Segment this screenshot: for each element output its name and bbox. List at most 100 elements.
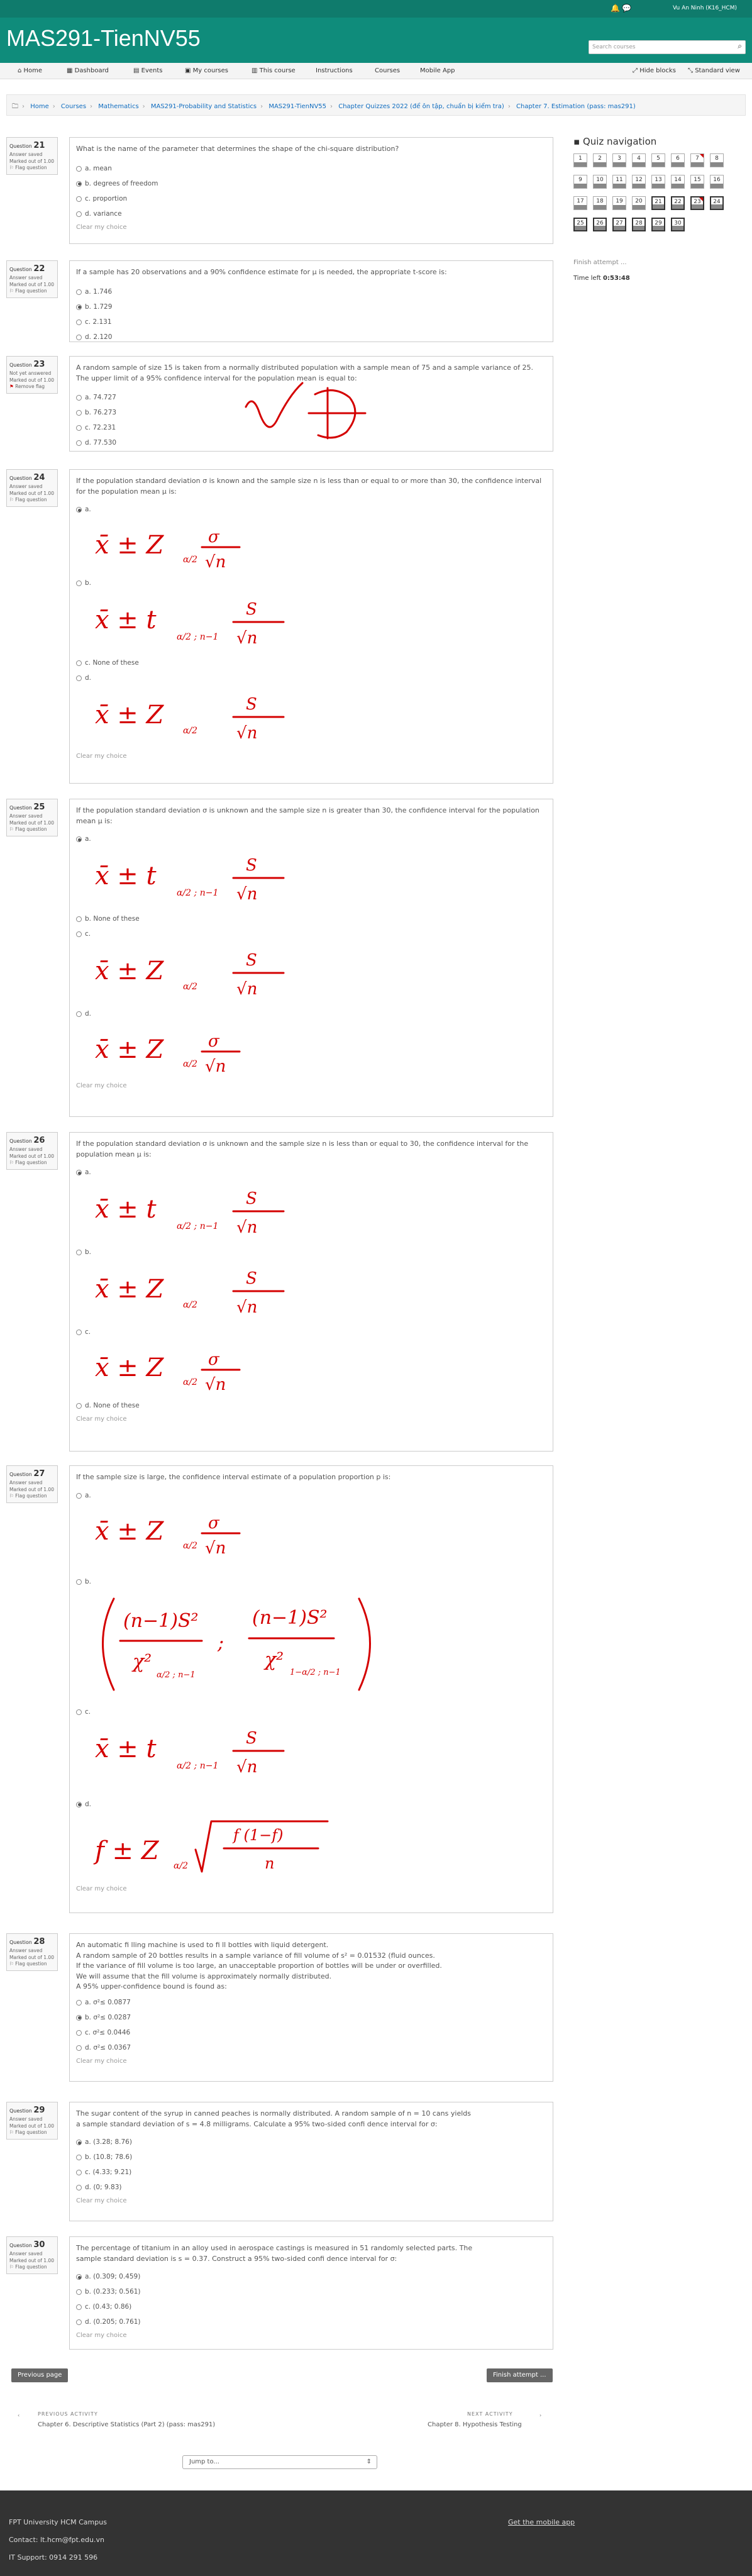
- prev-activity-link[interactable]: Chapter 6. Descriptive Statistics (Part …: [38, 2421, 215, 2428]
- option[interactable]: c. σ²≤ 0.0446: [76, 2025, 546, 2040]
- flag-question-button[interactable]: ⚐ Flag question: [9, 2129, 55, 2136]
- option[interactable]: c. None of these: [76, 655, 546, 670]
- clear-choice-link[interactable]: Clear my choice: [76, 224, 546, 231]
- previous-page-button[interactable]: Previous page: [11, 2368, 69, 2382]
- nav-this-course[interactable]: ▥ This course: [252, 67, 296, 74]
- option[interactable]: c. (0.43; 0.86): [76, 2299, 546, 2314]
- flag-question-button[interactable]: ⚐ Flag question: [9, 826, 55, 833]
- jump-to-select[interactable]: Jump to... ⇕: [182, 2455, 377, 2469]
- nav-events[interactable]: ▤ Events: [133, 67, 163, 74]
- clear-choice-link[interactable]: Clear my choice: [76, 1082, 546, 1089]
- footer-contact[interactable]: Contact: lt.hcm@fpt.edu.vn: [9, 2536, 104, 2544]
- option[interactable]: d. (0.205; 0.761): [76, 2314, 546, 2329]
- option[interactable]: a. (0.309; 0.459): [76, 2269, 546, 2284]
- nav-instructions[interactable]: Instructions: [316, 67, 353, 74]
- breadcrumb-item[interactable]: MAS291-TienNV55: [268, 103, 326, 110]
- clear-choice-link[interactable]: Clear my choice: [76, 2197, 546, 2204]
- nav-mobile-app[interactable]: Mobile App: [420, 67, 455, 74]
- option[interactable]: b.: [76, 1574, 546, 1589]
- message-icon[interactable]: 💬: [622, 4, 631, 13]
- quiz-nav-button[interactable]: 25: [573, 218, 587, 231]
- option[interactable]: b.: [76, 1245, 546, 1260]
- quiz-nav-button[interactable]: 16: [710, 175, 724, 189]
- finish-attempt-button[interactable]: Finish attempt ...: [487, 2368, 553, 2382]
- option[interactable]: a.: [76, 1165, 546, 1180]
- remove-flag-button[interactable]: ⚑ Remove flag: [9, 384, 55, 391]
- nav-home[interactable]: ⌂ Home: [18, 67, 42, 74]
- next-activity-arrow[interactable]: ›: [539, 2412, 542, 2418]
- quiz-nav-button[interactable]: 12: [632, 175, 646, 189]
- flag-question-button[interactable]: ⚐ Flag question: [9, 1160, 55, 1167]
- quiz-nav-button[interactable]: 8: [710, 153, 724, 167]
- clear-choice-link[interactable]: Clear my choice: [76, 753, 546, 760]
- quiz-nav-button[interactable]: 10: [593, 175, 607, 189]
- quiz-nav-button[interactable]: 30: [671, 218, 685, 231]
- option[interactable]: b. degrees of freedom: [76, 176, 546, 191]
- flag-question-button[interactable]: ⚐ Flag question: [9, 288, 55, 295]
- option[interactable]: a.: [76, 831, 546, 847]
- mobile-app-link[interactable]: Get the mobile app: [508, 2518, 575, 2526]
- quiz-nav-button[interactable]: 26: [593, 218, 607, 231]
- quiz-nav-button[interactable]: 27: [612, 218, 626, 231]
- option[interactable]: c. 2.131: [76, 314, 546, 330]
- quiz-nav-button[interactable]: 6: [671, 153, 685, 167]
- flag-question-button[interactable]: ⚐ Flag question: [9, 497, 55, 504]
- breadcrumb-item[interactable]: Chapter 7. Estimation (pass: mas291): [516, 103, 636, 110]
- quiz-nav-button[interactable]: 9: [573, 175, 587, 189]
- option[interactable]: b. (10.8; 78.6): [76, 2150, 546, 2165]
- option[interactable]: b. σ²≤ 0.0287: [76, 2010, 546, 2025]
- quiz-nav-button[interactable]: 29: [651, 218, 665, 231]
- option[interactable]: d.: [76, 1006, 546, 1021]
- option[interactable]: a. 1.746: [76, 284, 546, 299]
- option[interactable]: c. (4.33; 9.21): [76, 2165, 546, 2180]
- breadcrumb-item[interactable]: Courses: [61, 103, 86, 110]
- flag-question-button[interactable]: ⚐ Flag question: [9, 2264, 55, 2271]
- option[interactable]: b. 1.729: [76, 299, 546, 314]
- quiz-nav-button[interactable]: 7: [690, 153, 704, 167]
- next-activity-link[interactable]: Chapter 8. Hypothesis Testing: [428, 2421, 522, 2428]
- breadcrumb-item[interactable]: Home: [30, 103, 49, 110]
- nav-dashboard[interactable]: ▦ Dashboard: [67, 67, 109, 74]
- quiz-nav-button[interactable]: 24: [710, 196, 724, 210]
- quiz-nav-button[interactable]: 3: [612, 153, 626, 167]
- breadcrumb-item[interactable]: MAS291-Probability and Statistics: [151, 103, 257, 110]
- quiz-nav-button[interactable]: 13: [651, 175, 665, 189]
- hide-blocks-button[interactable]: ⤢ Hide blocks: [633, 67, 676, 74]
- quiz-nav-button[interactable]: 20: [632, 196, 646, 210]
- quiz-nav-button[interactable]: 4: [632, 153, 646, 167]
- clear-choice-link[interactable]: Clear my choice: [76, 1885, 546, 1892]
- nav-my-courses[interactable]: ▣ My courses: [185, 67, 228, 74]
- clear-choice-link[interactable]: Clear my choice: [76, 1416, 546, 1423]
- flag-question-button[interactable]: ⚐ Flag question: [9, 165, 55, 172]
- option[interactable]: c.: [76, 926, 546, 941]
- option[interactable]: b. (0.233; 0.561): [76, 2284, 546, 2299]
- search-input[interactable]: Search courses: [589, 40, 746, 54]
- user-menu[interactable]: Vu An Ninh (K16_HCM): [673, 5, 737, 11]
- bell-icon[interactable]: 🔔: [611, 4, 620, 13]
- quiz-nav-button[interactable]: 21: [651, 196, 665, 210]
- option[interactable]: d.: [76, 1797, 546, 1812]
- option[interactable]: d. None of these: [76, 1398, 546, 1413]
- site-title[interactable]: MAS291-TienNV55: [6, 25, 201, 52]
- standard-view-button[interactable]: ⤡ Standard view: [688, 67, 740, 74]
- quiz-nav-button[interactable]: 22: [671, 196, 685, 210]
- quiz-nav-button[interactable]: 5: [651, 153, 665, 167]
- quiz-nav-button[interactable]: 2: [593, 153, 607, 167]
- quiz-nav-button[interactable]: 18: [593, 196, 607, 210]
- option[interactable]: c.: [76, 1704, 546, 1719]
- breadcrumb-item[interactable]: Chapter Quizzes 2022 (để ôn tập, chuẩn b…: [338, 103, 504, 110]
- option[interactable]: d. variance: [76, 206, 546, 221]
- clear-choice-link[interactable]: Clear my choice: [76, 2332, 546, 2339]
- option[interactable]: c.: [76, 1324, 546, 1340]
- quiz-nav-button[interactable]: 19: [612, 196, 626, 210]
- quiz-nav-button[interactable]: 17: [573, 196, 587, 210]
- quiz-nav-button[interactable]: 11: [612, 175, 626, 189]
- flag-question-button[interactable]: ⚐ Flag question: [9, 1961, 55, 1968]
- option[interactable]: a.: [76, 502, 546, 517]
- clear-choice-link[interactable]: Clear my choice: [76, 2058, 546, 2065]
- option[interactable]: d. (0; 9.83): [76, 2180, 546, 2195]
- option[interactable]: d. 2.120: [76, 330, 546, 345]
- quiz-nav-button[interactable]: 14: [671, 175, 685, 189]
- option[interactable]: d. σ²≤ 0.0367: [76, 2040, 546, 2055]
- quiz-nav-button[interactable]: 23: [690, 196, 704, 210]
